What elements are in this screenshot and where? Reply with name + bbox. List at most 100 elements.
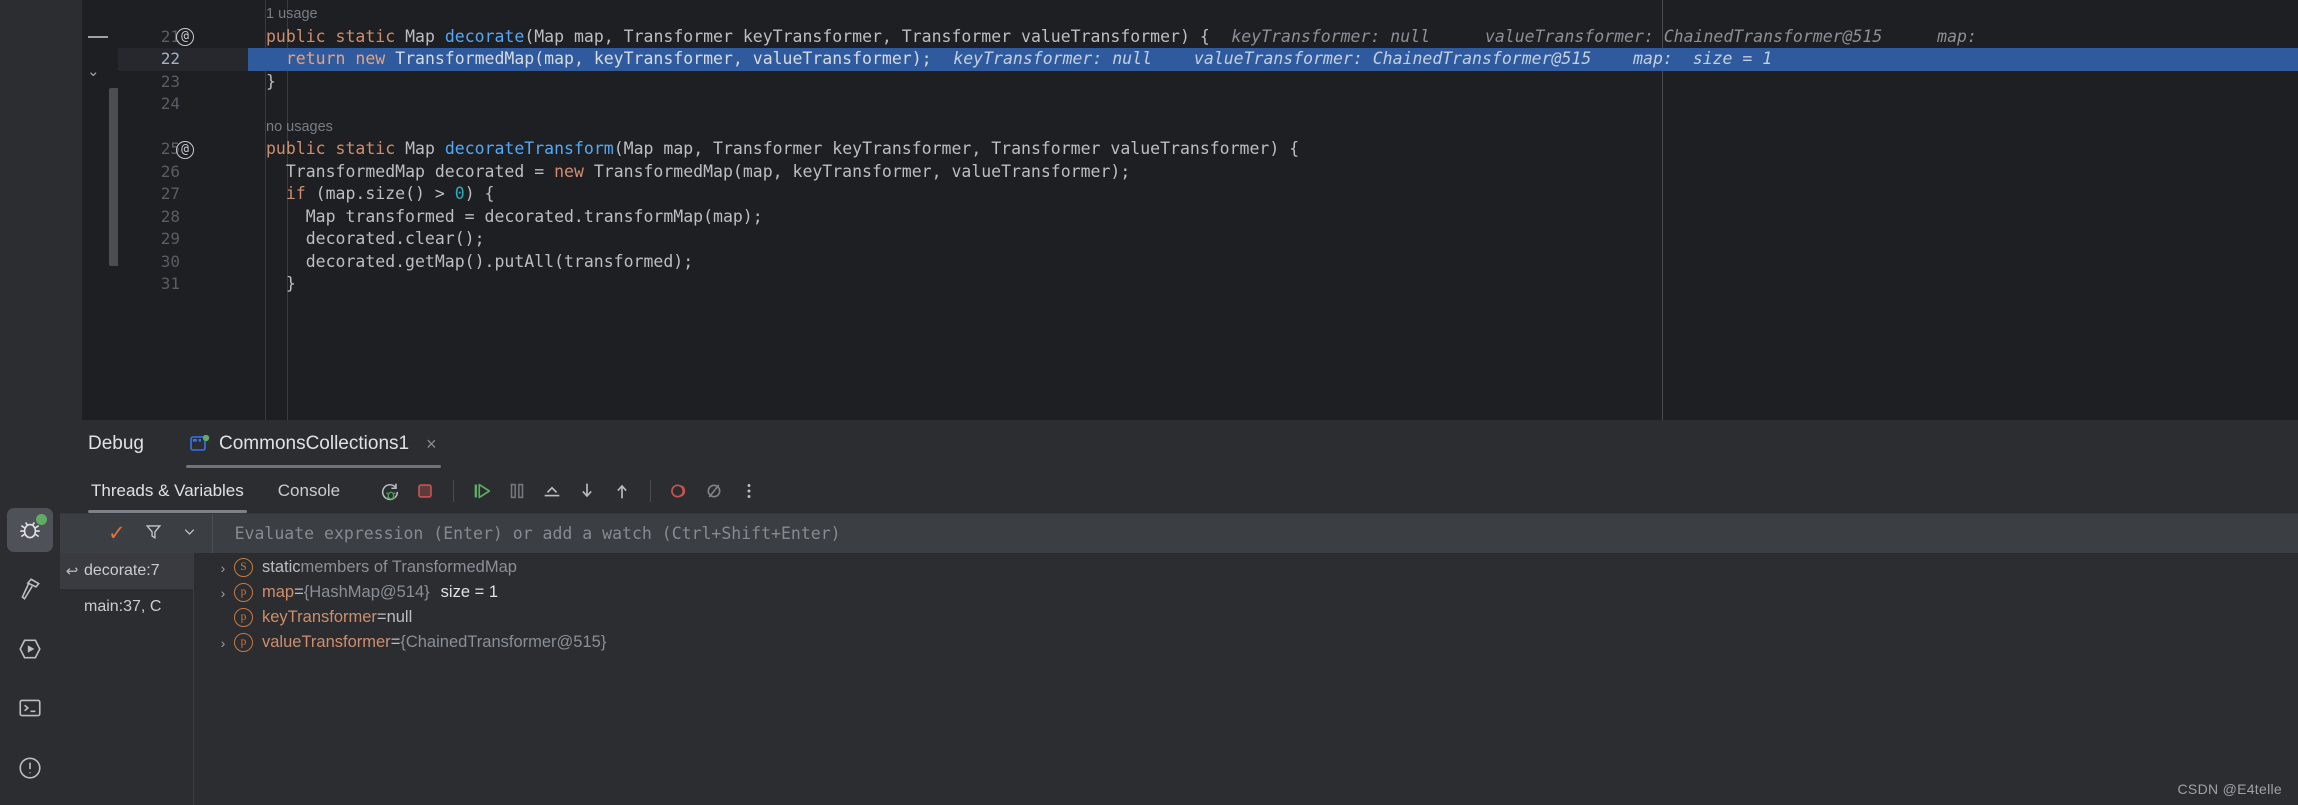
mute-breakpoints-icon <box>707 483 721 498</box>
tab-threads-and-variables[interactable]: Threads & Variables <box>88 468 247 513</box>
evaluate-expression-bar: ✓ Evaluate expression (Enter) or add a w… <box>60 513 2298 554</box>
variable-equals: = <box>294 583 304 601</box>
activity-bar-item-debug[interactable] <box>7 507 53 553</box>
code-token: TransformedMap decorated = <box>285 161 555 181</box>
usage-inlay-hint[interactable]: 1 usage <box>266 3 318 26</box>
expand-chevron-icon[interactable]: › <box>212 585 234 601</box>
stop-button[interactable] <box>410 476 440 506</box>
parameter-inlay-hint[interactable]: valueTransformer: ChainedTransformer@515 <box>1485 26 1882 49</box>
annotation-gutter-icon[interactable]: @ <box>174 138 196 161</box>
code-token: (map.size() > <box>315 184 455 203</box>
parameter-inlay-hint[interactable]: valueTransformer: ChainedTransformer@515 <box>1194 48 1591 71</box>
ide-window: ⌄ 1 usage 21 @ public static Map decorate(M… <box>0 0 2298 805</box>
variable-name: map <box>262 583 295 601</box>
editor-line[interactable] <box>236 183 2298 206</box>
parameter-inlay-hint[interactable]: keyTransformer: null <box>953 48 1152 71</box>
parameter-inlay-hint[interactable]: keyTransformer: null <box>1231 26 1430 49</box>
code-line-text[interactable]: public static Map decorate(Map map, Tran… <box>266 26 1210 49</box>
code-line-text[interactable]: return new TransformedMap(map, keyTransf… <box>286 48 932 71</box>
line-number: 21 <box>160 26 180 46</box>
variable-row[interactable]: › Sstatic members of TransformedMap <box>194 555 2298 580</box>
tab-console[interactable]: Console <box>275 468 343 513</box>
step-into-button[interactable] <box>572 476 602 506</box>
chevron-down-icon[interactable] <box>181 523 198 545</box>
debug-running-indicator <box>36 513 47 525</box>
editor-line[interactable] <box>236 116 2298 139</box>
editor-annotation-bar[interactable] <box>60 0 82 420</box>
filter-icon[interactable] <box>144 522 163 546</box>
code-line-text[interactable]: if (map.size() > 0) { <box>286 183 495 206</box>
code-token: decorateTransform <box>444 139 614 158</box>
debug-window-title: Debug <box>88 433 144 454</box>
field-member-icon: p <box>234 608 253 627</box>
code-line-text[interactable]: decorated.clear(); <box>306 228 485 251</box>
resume-program-button[interactable] <box>467 476 497 506</box>
fold-collapse-icon[interactable] <box>88 36 108 38</box>
step-over-button[interactable] <box>537 476 567 506</box>
frame-row[interactable]: main:37, C <box>60 589 193 625</box>
line-number: 25 <box>160 139 180 158</box>
code-line-text[interactable]: } <box>266 71 276 94</box>
more-options-button[interactable] <box>734 476 764 506</box>
terminal-icon <box>19 699 41 717</box>
code-line-text[interactable]: TransformedMap decorated = new Transform… <box>286 161 1130 184</box>
activity-bar-item-run[interactable] <box>7 627 53 671</box>
step-into-icon <box>582 483 592 497</box>
line-number: 29 <box>160 229 180 248</box>
editor-fold-column[interactable]: ⌄ <box>82 0 120 420</box>
debug-session-tab[interactable]: CommonsCollections1 × <box>186 420 441 468</box>
code-token: decorated.getMap().putAll(transformed); <box>305 251 694 271</box>
close-icon[interactable]: × <box>426 435 437 453</box>
variable-value: {ChainedTransformer@515} <box>400 633 607 651</box>
code-token: ) { <box>464 184 495 203</box>
line-number: 31 <box>160 274 180 293</box>
code-line-text[interactable]: decorated.getMap().putAll(transformed); <box>306 251 693 274</box>
activity-bar <box>0 0 60 805</box>
parameter-inlay-hint[interactable]: map: size = 1 <box>1633 48 1772 71</box>
editor-line[interactable] <box>236 228 2298 251</box>
resume-program-icon <box>474 483 491 498</box>
editor-line[interactable] <box>236 71 2298 94</box>
code-token: decorate <box>444 26 525 46</box>
usage-inlay-hint[interactable]: no usages <box>266 116 333 139</box>
code-line-text[interactable]: } <box>286 273 296 296</box>
evaluate-expression-input[interactable]: Evaluate expression (Enter) or add a wat… <box>235 524 841 543</box>
chevron-down-glyph <box>184 528 194 535</box>
rerun-debug-button[interactable] <box>375 476 405 506</box>
activity-bar-item-build[interactable] <box>7 567 53 611</box>
code-token: TransformedMap(map, keyTransformer, valu… <box>395 49 932 68</box>
editor-line[interactable] <box>236 3 2298 26</box>
code-line-text[interactable]: Map transformed = decorated.transformMap… <box>306 206 763 229</box>
code-line-text[interactable]: public static Map decorateTransform(Map … <box>266 138 1299 161</box>
line-number: 23 <box>160 71 180 91</box>
activity-bar-item-problems[interactable] <box>7 746 53 790</box>
frame-row[interactable]: ↩ decorate:7 <box>60 553 193 589</box>
debug-action-icons <box>375 476 764 506</box>
step-out-button[interactable] <box>607 476 637 506</box>
expand-chevron-icon[interactable]: › <box>212 635 234 651</box>
frames-panel[interactable]: ↩ decorate:7 main:37, C <box>60 553 194 805</box>
evaluate-controls: ✓ <box>60 514 198 554</box>
variable-row[interactable]: › p map = {HashMap@514} size = 1 <box>194 580 2298 605</box>
annotation-gutter-icon[interactable]: @ <box>174 26 196 49</box>
editor-line[interactable] <box>236 273 2298 296</box>
variables-panel[interactable]: › Sstatic members of TransformedMap › p map … <box>194 553 2298 805</box>
accept-watch-icon[interactable]: ✓ <box>108 523 126 544</box>
variable-name: static <box>262 558 301 576</box>
view-breakpoints-button[interactable] <box>664 476 694 506</box>
parameter-inlay-hint[interactable]: map: <box>1937 26 1977 49</box>
step-out-icon <box>617 484 627 498</box>
code-editor[interactable]: ⌄ 1 usage 21 @ public static Map decorate(M… <box>60 0 2298 420</box>
activity-bar-item-terminal[interactable] <box>7 686 53 730</box>
variable-row[interactable]: ›pkeyTransformer = null <box>194 605 2298 630</box>
frame-return-icon: ↩ <box>65 563 79 580</box>
pause-program-button[interactable] <box>502 476 532 506</box>
variable-row[interactable]: › p valueTransformer = {ChainedTransformer… <box>194 630 2298 655</box>
editor-line[interactable] <box>236 93 2298 116</box>
code-token: return new <box>285 49 396 68</box>
mute-breakpoints-button[interactable] <box>699 476 729 506</box>
expand-chevron-icon[interactable]: › <box>212 560 234 576</box>
line-number: 26 <box>160 161 180 181</box>
pause-program-icon <box>510 483 524 498</box>
fold-expand-chevron-icon[interactable]: ⌄ <box>87 64 100 79</box>
